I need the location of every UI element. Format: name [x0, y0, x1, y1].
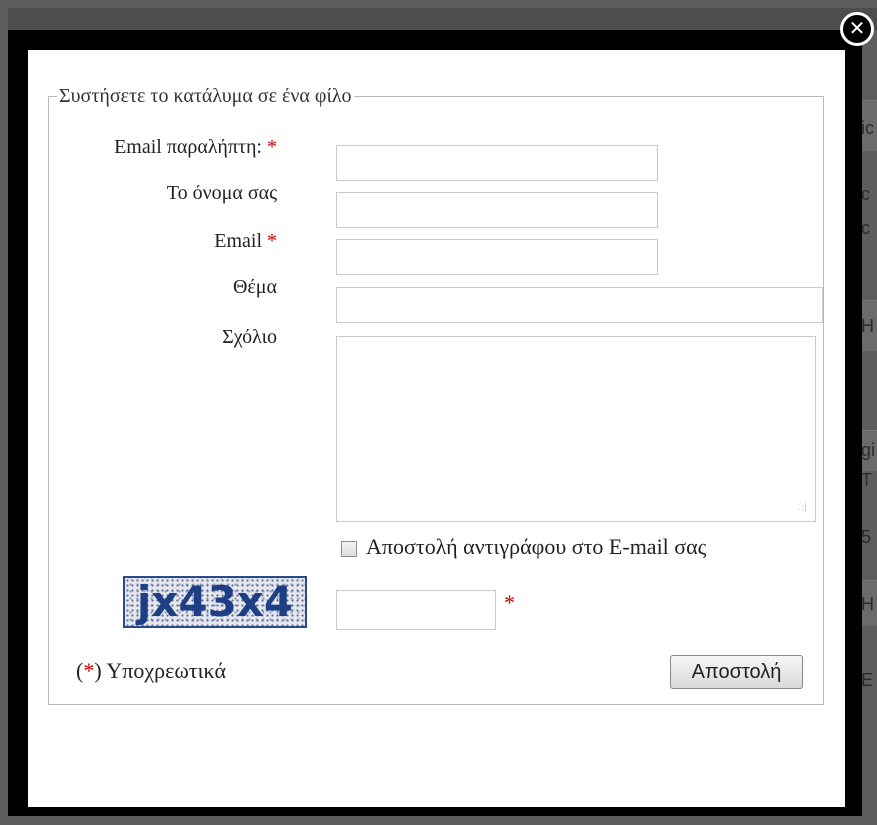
your-name-label-text: Το όνομα σας: [166, 182, 277, 204]
comment-label-text: Σχόλιο: [222, 326, 277, 348]
captcha-input[interactable]: [336, 590, 496, 630]
subject-field[interactable]: [336, 287, 823, 323]
recipient-email-label: Email παραλήπτη: *: [114, 136, 277, 159]
required-star: *: [83, 658, 95, 683]
background-text-fragment: gi: [861, 440, 876, 460]
email-label: Email *: [214, 230, 277, 253]
background-text-fragment: T: [861, 470, 872, 490]
recipient-email-label-text: Email παραλήπτη:: [114, 136, 262, 158]
submit-button[interactable]: Αποστολή: [670, 655, 803, 689]
background-text-fragment: c: [861, 184, 870, 204]
required-note-text: ) Υποχρεωτικά: [94, 658, 226, 683]
form-legend: Συστήσετε το κατάλυμα σε ένα φίλο: [59, 85, 352, 107]
required-star: *: [504, 590, 515, 615]
captcha-image: jx43x4: [123, 576, 307, 628]
required-star: *: [267, 136, 277, 158]
modal-dialog: Συστήσετε το κατάλυμα σε ένα φίλο Email …: [8, 30, 862, 816]
subject-label-text: Θέμα: [232, 276, 277, 298]
background-text-fragment: E: [861, 670, 874, 690]
background-toolbar: [8, 8, 877, 30]
captcha-text: jx43x4: [136, 577, 294, 626]
comment-label: Σχόλιο: [222, 326, 277, 349]
background-text-fragment: ic: [861, 118, 874, 138]
send-copy-label[interactable]: Αποστολή αντιγράφου στο E-mail σας: [366, 534, 706, 560]
send-copy-checkbox[interactable]: [341, 541, 357, 557]
background-text-fragment: c: [861, 218, 870, 238]
email-field[interactable]: [336, 239, 658, 275]
comment-textarea[interactable]: [336, 336, 816, 522]
close-icon[interactable]: ✕: [840, 12, 874, 46]
recipient-email-field[interactable]: [336, 145, 658, 181]
background-text-fragment: 5: [861, 527, 872, 547]
email-label-text: Email: [214, 230, 262, 252]
modal-content: Συστήσετε το κατάλυμα σε ένα φίλο Email …: [28, 50, 845, 807]
background-text-fragment: H: [861, 594, 874, 614]
background-text-fragment: H: [861, 316, 874, 336]
your-name-field[interactable]: [336, 192, 658, 228]
subject-label: Θέμα: [233, 276, 277, 299]
required-note: (*) Υποχρεωτικά: [76, 658, 226, 684]
required-star: *: [267, 230, 277, 252]
your-name-label: Το όνομα σας: [167, 182, 277, 205]
resize-grip-icon[interactable]: .:|: [798, 504, 807, 513]
